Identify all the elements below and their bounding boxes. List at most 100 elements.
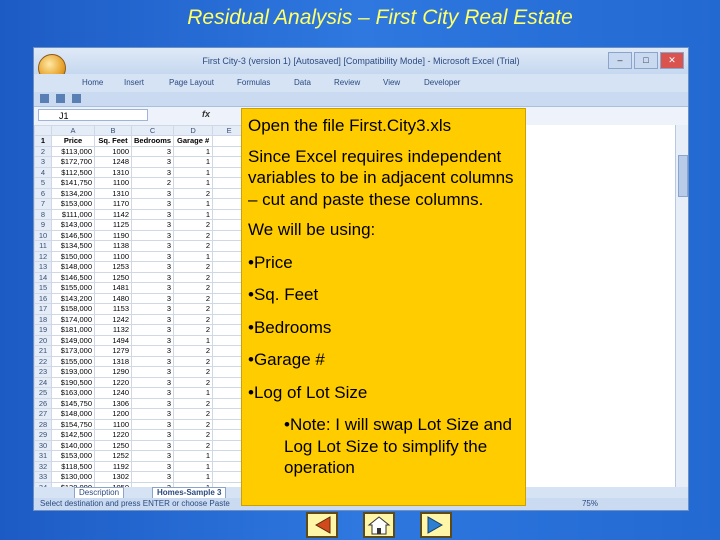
tab-review[interactable]: Review xyxy=(334,78,360,87)
cell[interactable]: 1240 xyxy=(94,387,132,399)
cell[interactable]: $143,200 xyxy=(51,292,95,304)
row-number[interactable]: 16 xyxy=(34,292,52,304)
row-number[interactable]: 15 xyxy=(34,282,52,294)
zoom-level[interactable]: 75% xyxy=(582,498,598,510)
cell[interactable]: 2 xyxy=(130,177,175,189)
cell[interactable]: 1220 xyxy=(94,376,132,388)
vertical-scrollbar[interactable] xyxy=(675,125,688,487)
row-number[interactable]: 5 xyxy=(34,177,52,189)
cell[interactable]: 3 xyxy=(130,240,175,252)
cell[interactable]: 1250 xyxy=(94,271,132,283)
row-number[interactable]: 31 xyxy=(34,450,52,462)
cell[interactable]: 3 xyxy=(130,397,175,409)
cell[interactable]: 3 xyxy=(130,271,175,283)
cell[interactable]: 1220 xyxy=(94,429,132,441)
cell[interactable]: 1302 xyxy=(94,471,132,483)
cell[interactable]: $145,750 xyxy=(51,397,95,409)
cell[interactable]: $148,000 xyxy=(51,261,95,273)
tab-insert[interactable]: Insert xyxy=(124,78,144,87)
cell[interactable]: 1248 xyxy=(94,156,132,168)
row-number[interactable]: 26 xyxy=(34,397,52,409)
row-number[interactable]: 20 xyxy=(34,334,52,346)
cell[interactable]: $118,500 xyxy=(51,460,95,472)
cell[interactable]: $113,000 xyxy=(51,145,95,157)
tab-view[interactable]: View xyxy=(383,78,400,87)
row-number[interactable]: 3 xyxy=(34,156,52,168)
cell[interactable]: 1 xyxy=(173,156,214,168)
cell[interactable]: 3 xyxy=(130,387,175,399)
cell[interactable]: 2 xyxy=(173,376,214,388)
cell[interactable]: 1310 xyxy=(94,166,132,178)
cell[interactable]: $190,500 xyxy=(51,376,95,388)
cell[interactable]: 3 xyxy=(130,439,175,451)
cell[interactable]: $134,500 xyxy=(51,240,95,252)
row-number[interactable]: 10 xyxy=(34,229,52,241)
row-number[interactable]: 24 xyxy=(34,376,52,388)
row-number[interactable]: 28 xyxy=(34,418,52,430)
cell[interactable]: 3 xyxy=(130,250,175,262)
cell[interactable]: 1 xyxy=(173,177,214,189)
cell[interactable]: $173,000 xyxy=(51,345,95,357)
cell[interactable]: 1250 xyxy=(94,439,132,451)
cell[interactable]: 1100 xyxy=(94,418,132,430)
cell[interactable]: 3 xyxy=(130,345,175,357)
cell[interactable]: 1138 xyxy=(94,240,132,252)
cell[interactable]: 1279 xyxy=(94,345,132,357)
cell[interactable]: 1242 xyxy=(94,313,132,325)
cell[interactable]: 2 xyxy=(173,345,214,357)
cell[interactable]: 2 xyxy=(173,355,214,367)
cell[interactable]: 1170 xyxy=(94,198,132,210)
row-number[interactable]: 8 xyxy=(34,208,52,220)
cell[interactable]: $155,000 xyxy=(51,282,95,294)
cell[interactable]: 2 xyxy=(173,282,214,294)
header-cell[interactable]: Sq. Feet xyxy=(94,135,132,147)
cell[interactable]: $146,500 xyxy=(51,229,95,241)
redo-icon[interactable] xyxy=(72,94,81,103)
cell[interactable]: 3 xyxy=(130,166,175,178)
cell[interactable]: 2 xyxy=(173,229,214,241)
tab-formulas[interactable]: Formulas xyxy=(237,78,270,87)
row-number[interactable]: 6 xyxy=(34,187,52,199)
cell[interactable]: 1 xyxy=(173,334,214,346)
cell[interactable]: $148,000 xyxy=(51,408,95,420)
cell[interactable]: 3 xyxy=(130,376,175,388)
column-header-c[interactable]: C xyxy=(130,125,175,136)
tab-page-layout[interactable]: Page Layout xyxy=(169,78,214,87)
cell[interactable]: 1 xyxy=(173,145,214,157)
undo-icon[interactable] xyxy=(56,94,65,103)
row-number[interactable]: 22 xyxy=(34,355,52,367)
cell[interactable]: 2 xyxy=(173,324,214,336)
cell[interactable]: 1290 xyxy=(94,366,132,378)
column-header-a[interactable]: A xyxy=(51,125,95,136)
cell[interactable]: 1190 xyxy=(94,229,132,241)
row-number[interactable]: 23 xyxy=(34,366,52,378)
close-icon[interactable]: ✕ xyxy=(660,52,684,69)
cell[interactable]: $134,200 xyxy=(51,187,95,199)
cell[interactable]: 3 xyxy=(130,460,175,472)
cell[interactable]: 2 xyxy=(173,366,214,378)
tab-home[interactable]: Home xyxy=(82,78,103,87)
row-number[interactable]: 12 xyxy=(34,250,52,262)
row-number[interactable]: 4 xyxy=(34,166,52,178)
save-icon[interactable] xyxy=(40,94,49,103)
row-number[interactable]: 27 xyxy=(34,408,52,420)
cell[interactable]: 2 xyxy=(173,261,214,273)
cell[interactable]: 3 xyxy=(130,208,175,220)
cell[interactable]: 1192 xyxy=(94,460,132,472)
cell[interactable]: 3 xyxy=(130,429,175,441)
cell[interactable]: 1200 xyxy=(94,408,132,420)
cell[interactable]: 1 xyxy=(173,208,214,220)
previous-slide-button[interactable] xyxy=(306,512,338,538)
row-number[interactable]: 1 xyxy=(34,135,52,147)
row-number[interactable]: 25 xyxy=(34,387,52,399)
cell[interactable]: 2 xyxy=(173,219,214,231)
cell[interactable]: $153,000 xyxy=(51,198,95,210)
cell[interactable]: $111,000 xyxy=(51,208,95,220)
cell[interactable]: 3 xyxy=(130,187,175,199)
row-number[interactable]: 14 xyxy=(34,271,52,283)
cell[interactable]: 1480 xyxy=(94,292,132,304)
cell[interactable]: $112,500 xyxy=(51,166,95,178)
cell[interactable]: 2 xyxy=(173,408,214,420)
cell[interactable]: 1132 xyxy=(94,324,132,336)
tab-data[interactable]: Data xyxy=(294,78,311,87)
